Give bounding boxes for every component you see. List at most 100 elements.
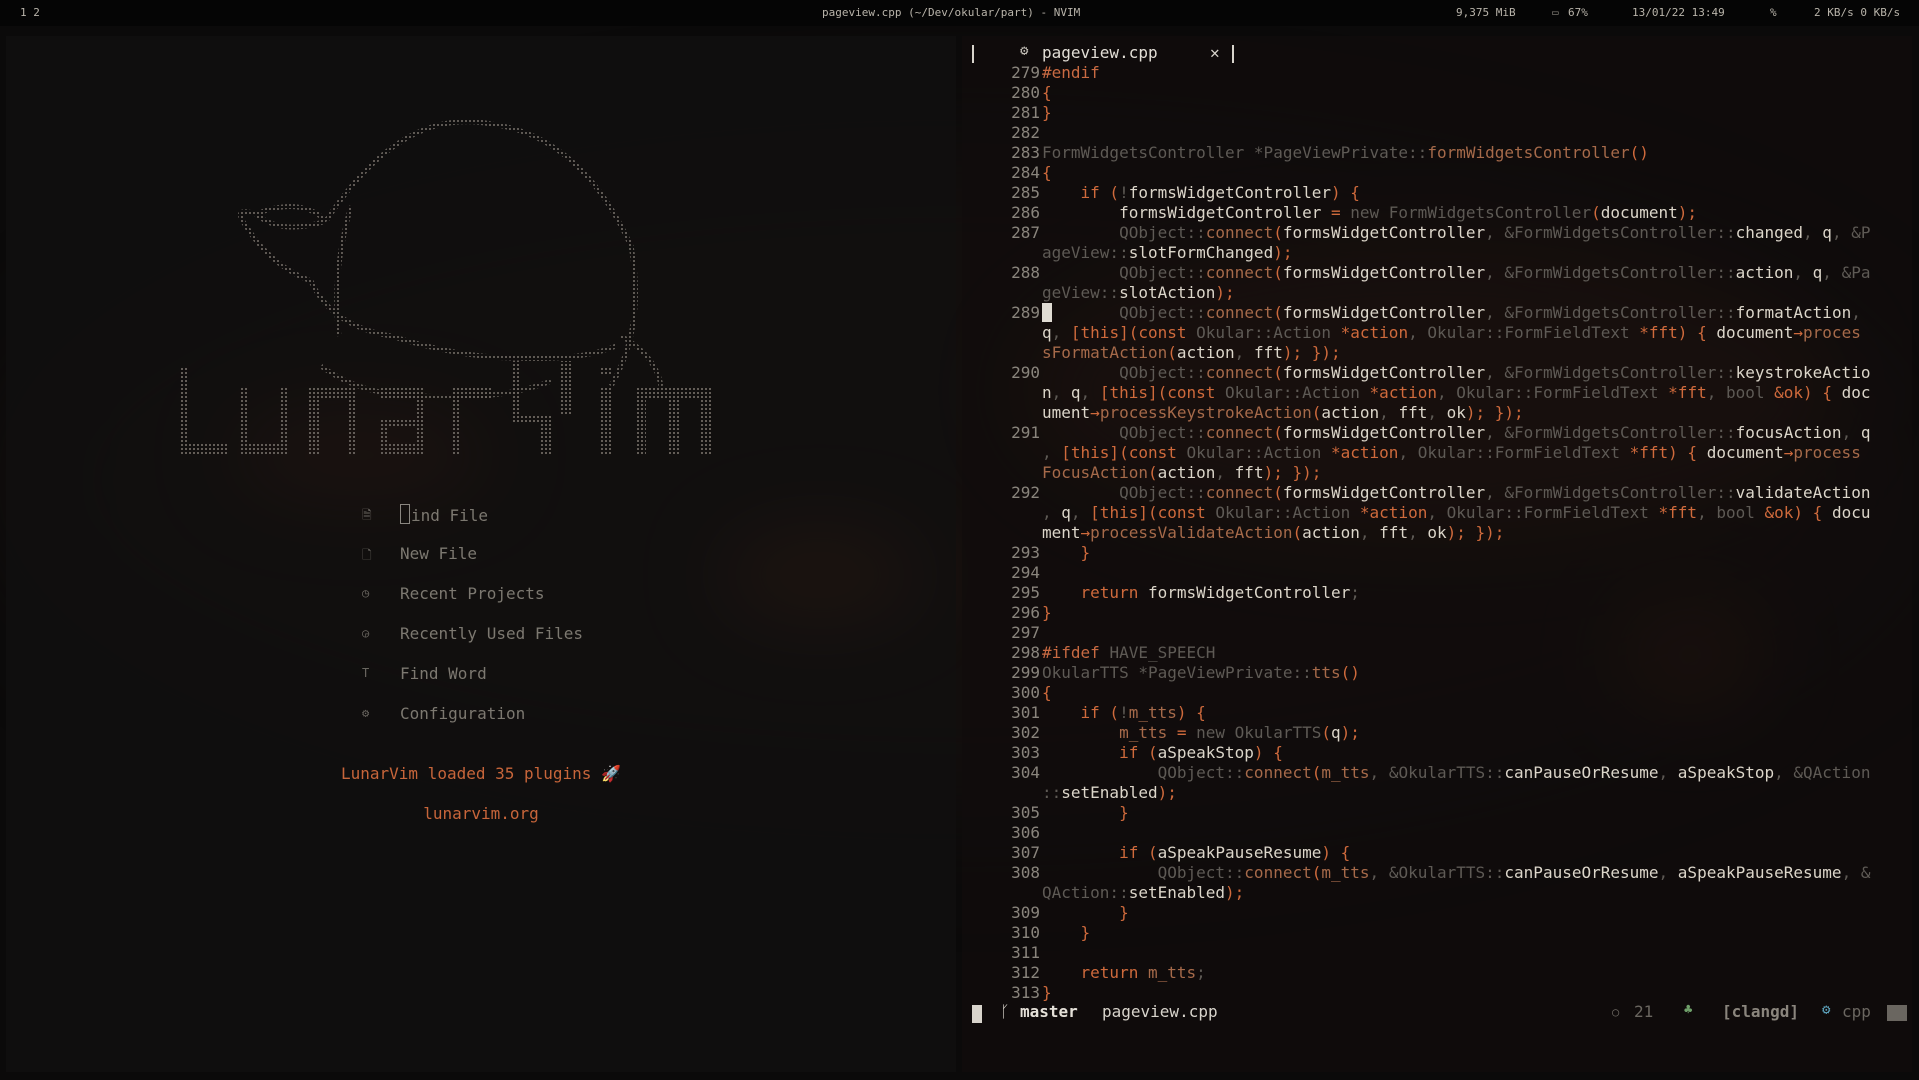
code-line[interactable]: , [this](const Okular::Action *action, O… [962,443,1912,463]
code-line[interactable]: 280{ [962,83,1912,103]
code-line[interactable]: 303 if (aSpeakStop) { [962,743,1912,763]
code-line[interactable]: 297 [962,623,1912,643]
code-line[interactable]: 295 return formsWidgetController; [962,583,1912,603]
code-line[interactable]: 288 QObject::connect(formsWidgetControll… [962,263,1912,283]
code-token: docu [1831,503,1871,522]
code-line[interactable]: 308 QObject::connect(m_tts, &OkularTTS::… [962,863,1912,883]
menu-find-file[interactable]: 🗎 ind File [362,504,662,526]
code-line[interactable]: sFormatAction(action, fft); }); [962,343,1912,363]
code-line[interactable]: QAction::setEnabled); [962,883,1912,903]
close-icon[interactable]: ✕ [1210,43,1220,62]
code-token: q [1812,263,1823,282]
code-line[interactable]: ment→processValidateAction(action, fft, … [962,523,1912,543]
code-line[interactable]: ument→processKeystrokeAction(action, fft… [962,403,1912,423]
code-line[interactable]: 281} [962,103,1912,123]
line-text: { [1042,163,1052,182]
line-number: 282 [1011,123,1040,142]
code-token: QObject:: [1119,363,1206,382]
code-line[interactable]: 293 } [962,543,1912,563]
code-line[interactable]: 298 #ifdef HAVE_SPEECH [962,643,1912,663]
code-line[interactable]: 285 if (!formsWidgetController) { [962,183,1912,203]
code-token: connect [1244,763,1312,782]
code-token: if ( [1119,843,1158,862]
code-token: document [1706,443,1784,462]
code-line[interactable]: 283 FormWidgetsController *PageViewPrivat… [962,143,1912,163]
statusline: ᚴ master pageview.cpp ○ 21 ♣ [clangd] ⚙ … [962,1002,1912,1024]
line-number: 298 [1011,643,1040,662]
code-line[interactable]: 289 QObject::connect(formsWidgetControll… [962,303,1912,323]
code-line[interactable]: 304 QObject::connect(m_tts, &OkularTTS::… [962,763,1912,783]
code-line[interactable]: , q, [this](const Okular::Action *action… [962,503,1912,523]
code-line[interactable]: 279 #endif [962,63,1912,83]
code-line[interactable]: 296} [962,603,1912,623]
code-line[interactable]: 310 } [962,923,1912,943]
menu-configuration[interactable]: ⚙ Configuration [362,704,662,726]
code-token: } [1042,603,1052,622]
code-token: formsWidgetController [1282,363,1486,382]
lsp-server[interactable]: [clangd] [1722,1002,1799,1021]
code-line[interactable]: 306 [962,823,1912,843]
code-token: m_tts [1321,763,1370,782]
code-line[interactable]: 301 if (!m_tts) { [962,703,1912,723]
code-token: , Okular::FormFieldText [1408,323,1640,342]
code-token: Okular::Action [1225,383,1370,402]
code-line[interactable]: 286 formsWidgetController = new FormWidg… [962,203,1912,223]
code-token: if ( [1080,703,1120,722]
config-gear-icon: ⚙ [362,706,370,720]
git-branch[interactable]: master [1020,1002,1078,1021]
code-line[interactable]: 311 [962,943,1912,963]
code-token: doc [1841,383,1871,402]
code-token: ( [1147,463,1158,482]
menu-recent-projects[interactable]: ◷ Recent Projects [362,584,662,606]
code-line[interactable]: 300{ [962,683,1912,703]
tab-pageview-cpp[interactable]: pageview.cpp [1042,43,1158,62]
menu-recent-files[interactable]: ◶ Recently Used Files [362,624,662,646]
line-text: QObject::connect(formsWidgetController, … [1042,363,1870,382]
code-line[interactable]: 287 QObject::connect(formsWidgetControll… [962,223,1912,243]
code-token: ! [1119,183,1129,202]
code-line[interactable]: ageView::slotFormChanged); [962,243,1912,263]
workspace-indicator[interactable]: 1 2 [20,6,40,19]
code-line[interactable]: 299 OkularTTS *PageViewPrivate::tts() [962,663,1912,683]
line-text: #endif [1042,63,1100,82]
code-line[interactable]: 284{ [962,163,1912,183]
code-line[interactable]: 282 [962,123,1912,143]
code-token: ) { [1331,183,1360,202]
code-token: QObject:: [1119,263,1206,282]
code-line[interactable]: 305 } [962,803,1912,823]
code-line[interactable]: 312 return m_tts; [962,963,1912,983]
code-token: , [1359,523,1380,542]
code-line[interactable]: 313} [962,983,1912,1003]
code-line[interactable]: 309 } [962,903,1912,923]
code-token: ( [1311,403,1322,422]
code-token: { [1042,163,1052,182]
code-line[interactable]: geView::slotAction); [962,283,1912,303]
code-token: q [1042,323,1052,342]
menu-new-file[interactable]: 🗋 New File [362,544,662,566]
editor-pane[interactable]: ⚙ pageview.cpp ✕ 279 #endif 280{281} 282 283… [962,36,1912,1072]
code-line[interactable]: FocusAction(action, fft); }); [962,463,1912,483]
code-token: ( [1591,203,1601,222]
line-number: 297 [1011,623,1040,642]
code-token: ) { [1176,703,1206,722]
menu-find-word[interactable]: T Find Word [362,664,662,686]
code-line[interactable]: 291 QObject::connect(formsWidgetControll… [962,423,1912,443]
code-line[interactable]: 307 if (aSpeakPauseResume) { [962,843,1912,863]
code-line[interactable]: ::setEnabled); [962,783,1912,803]
code-line[interactable]: 294 [962,563,1912,583]
new-file-icon: 🗋 [362,548,372,562]
code-line[interactable]: 302 m_tts = new OkularTTS(q); [962,723,1912,743]
code-line[interactable]: 292 QObject::connect(formsWidgetControll… [962,483,1912,503]
diagnostics-count[interactable]: 21 [1634,1002,1653,1021]
code-token: ) { [1803,383,1842,402]
lunarvim-site-link[interactable]: lunarvim.org [6,804,956,823]
code-line[interactable]: 290 QObject::connect(formsWidgetControll… [962,363,1912,383]
line-number: 289 [1011,303,1040,322]
top-status-bar: 1 2 pageview.cpp (~/Dev/okular/part) - N… [0,0,1919,26]
code-token: QObject:: [1119,303,1206,322]
code-line[interactable]: q, [this](const Okular::Action *action, … [962,323,1912,343]
code-line[interactable]: n, q, [this](const Okular::Action *actio… [962,383,1912,403]
line-number: 294 [1011,563,1040,582]
code-token: ); }); [1446,523,1505,542]
dashboard-pane[interactable]: 🗎 ind File 🗋 New File ◷ Recent Projects … [6,36,956,1072]
